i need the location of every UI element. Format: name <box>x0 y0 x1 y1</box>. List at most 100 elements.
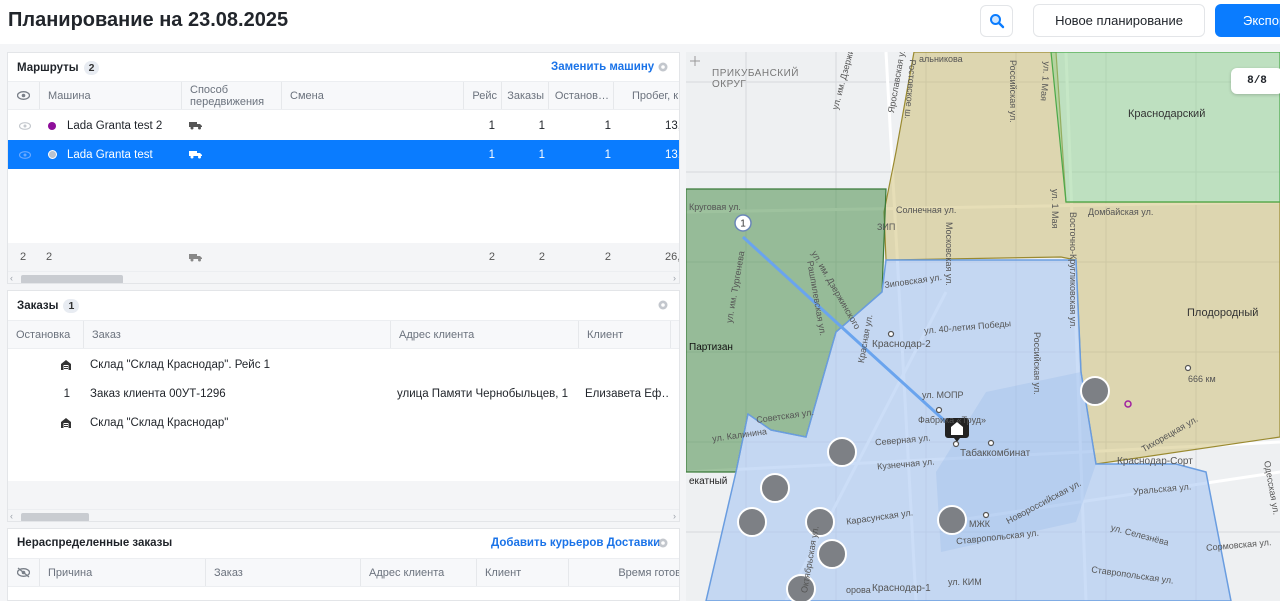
route-start-number: 1 <box>740 219 746 230</box>
street-rossiyskaya-2: Российская ул. <box>1032 332 1042 395</box>
orders-value: 1 <box>538 119 545 132</box>
scroll-left-icon[interactable]: ‹ <box>10 273 13 283</box>
map-label-fabrika: Фабрика «Труд» <box>918 415 987 425</box>
stops-value: 1 <box>604 148 611 161</box>
column-header-ready-time[interactable]: Время готов <box>569 559 679 586</box>
column-header-mileage[interactable]: Пробег, к <box>614 82 679 109</box>
column-header-stop[interactable]: Остановка <box>8 321 84 348</box>
unassigned-panel-header: Нераспределенные заказы Добавить курьеро… <box>8 529 679 557</box>
street-dombayskaya: Домбайская ул. <box>1088 207 1154 217</box>
eye-icon[interactable] <box>19 121 31 130</box>
export-button[interactable]: Экспор <box>1215 4 1280 37</box>
eye-icon[interactable] <box>19 150 31 159</box>
unassigned-title: Нераспределенные заказы <box>17 537 173 549</box>
scroll-right-icon[interactable]: › <box>673 273 676 283</box>
visibility-column-header[interactable] <box>8 559 40 586</box>
street-kalnikova: альникова <box>919 54 963 64</box>
street-rossiyskaya: Российская ул. <box>1008 60 1018 123</box>
gear-icon[interactable] <box>657 61 669 73</box>
map-label-plodorodny: Плодородный <box>1187 307 1259 319</box>
column-header-client[interactable]: Клиент <box>579 321 671 348</box>
map-label-partizan: Партизан <box>689 342 733 353</box>
map-label-district: ПРИКУБАНСКИЙ ОКРУГ <box>712 68 799 90</box>
street-vorova: орова <box>846 585 871 595</box>
column-header-orders[interactable]: Заказы <box>502 82 549 109</box>
orders-horizontal-scrollbar[interactable]: ‹ › <box>8 509 679 521</box>
warehouse-icon <box>61 417 71 428</box>
column-header-trip[interactable]: Рейс <box>464 82 502 109</box>
routes-table-header: Машина Способ передвижения Смена Рейс За… <box>8 81 679 110</box>
column-header-reason[interactable]: Причина <box>40 559 206 586</box>
search-button[interactable] <box>980 5 1013 37</box>
total-trips: 2 <box>488 251 495 263</box>
routes-count-badge: 2 <box>83 61 100 75</box>
column-header-address[interactable]: Адрес клиента <box>391 321 579 348</box>
total-stops: 2 <box>604 251 611 263</box>
routes-horizontal-scrollbar[interactable]: ‹ › <box>8 271 679 283</box>
map-label-krasnodar2: Краснодар-2 <box>872 339 931 350</box>
street-kim: ул. КИМ <box>948 577 982 587</box>
map-label-666km: 666 км <box>1188 374 1216 384</box>
search-icon <box>989 14 1004 29</box>
orders-table-header: Остановка Заказ Адрес клиента Клиент <box>8 320 679 349</box>
drag-handle-icon[interactable] <box>690 56 700 66</box>
truck-icon <box>189 151 202 159</box>
table-row[interactable]: 1 Заказ клиента 00УТ-1296 улица Памяти Ч… <box>8 379 679 408</box>
order-name: Заказ клиента 00УТ-1296 <box>90 387 226 400</box>
route-color-dot <box>48 150 57 159</box>
column-header-transport[interactable]: Способ передвижения <box>182 82 282 109</box>
column-header-order[interactable]: Заказ <box>84 321 391 348</box>
total-cars: 2 <box>46 251 53 263</box>
table-row[interactable]: Склад "Склад Краснодар" <box>8 408 679 437</box>
map-label-krasnodarsky: Краснодарский <box>1128 108 1206 120</box>
map-label-mzhk: МЖК <box>969 519 991 529</box>
total-orders: 2 <box>538 251 545 263</box>
stop-number: 1 <box>63 387 70 400</box>
add-couriers-link[interactable]: Добавить курьеров Доставки <box>491 537 660 549</box>
routes-panel-header: Маршруты 2 Заменить машину <box>8 53 679 81</box>
replace-car-link[interactable]: Заменить машину <box>551 61 654 73</box>
gear-icon[interactable] <box>657 537 669 549</box>
column-header-shift[interactable]: Смена <box>282 82 464 109</box>
route-counter[interactable]: 8/8 <box>1231 68 1280 94</box>
street-solnechnaya: Солнечная ул. <box>896 205 957 215</box>
column-header-car[interactable]: Машина <box>40 82 182 109</box>
map-label-tabakkombinat: Табаккомбинат <box>960 448 1031 459</box>
orders-panel-header: Заказы 1 <box>8 291 679 319</box>
orders-value: 1 <box>538 148 545 161</box>
scroll-right-icon[interactable]: › <box>673 511 676 521</box>
warehouse-icon <box>61 359 71 370</box>
map-label-krasnodar1: Краснодар-1 <box>872 583 931 594</box>
top-bar: Планирование на 23.08.2025 Новое планиро… <box>0 0 1280 44</box>
trip-value: 1 <box>488 119 495 132</box>
gear-icon[interactable] <box>657 299 669 311</box>
orders-footer <box>8 481 679 509</box>
visibility-column-header[interactable] <box>8 82 40 109</box>
column-header-stops[interactable]: Останов… <box>549 82 614 109</box>
street-moskovskaya: Московская ул. <box>944 222 954 286</box>
client-address: улица Памяти Чернобыльцев, 1 <box>397 387 568 400</box>
column-header-client[interactable]: Клиент <box>477 559 569 586</box>
column-header-address[interactable]: Адрес клиента <box>361 559 477 586</box>
order-name: Склад "Склад Краснодар". Рейс 1 <box>90 358 271 371</box>
truck-icon <box>189 122 202 130</box>
street-mopr: ул. МОПР <box>922 390 964 400</box>
map-view[interactable]: 1 8/8 ПРИКУБАНСКИЙ ОКРУГ Краснодарский П… <box>686 52 1280 601</box>
eye-icon <box>17 91 30 100</box>
scroll-left-icon[interactable]: ‹ <box>10 511 13 521</box>
scrollbar-thumb[interactable] <box>21 275 123 283</box>
column-header-order[interactable]: Заказ <box>206 559 361 586</box>
total-routes: 2 <box>20 251 27 263</box>
orders-title: Заказы <box>17 300 59 312</box>
scrollbar-thumb[interactable] <box>21 513 89 521</box>
map-label-zip: ЗИП <box>877 222 896 232</box>
trip-value: 1 <box>488 148 495 161</box>
mileage-value: 13, <box>665 148 680 161</box>
street-krugovaya: Круговая ул. <box>689 202 741 212</box>
table-row-selected[interactable]: Lada Granta test 1 1 1 13, <box>8 140 679 169</box>
table-row[interactable]: Склад "Склад Краснодар". Рейс 1 <box>8 350 679 379</box>
table-row[interactable]: Lada Granta test 2 1 1 1 13, <box>8 111 679 140</box>
map-label-krasnodar-sort: Краснодар-Сорт <box>1117 456 1193 467</box>
total-mileage: 26, <box>665 251 680 263</box>
new-planning-button[interactable]: Новое планирование <box>1033 4 1205 37</box>
